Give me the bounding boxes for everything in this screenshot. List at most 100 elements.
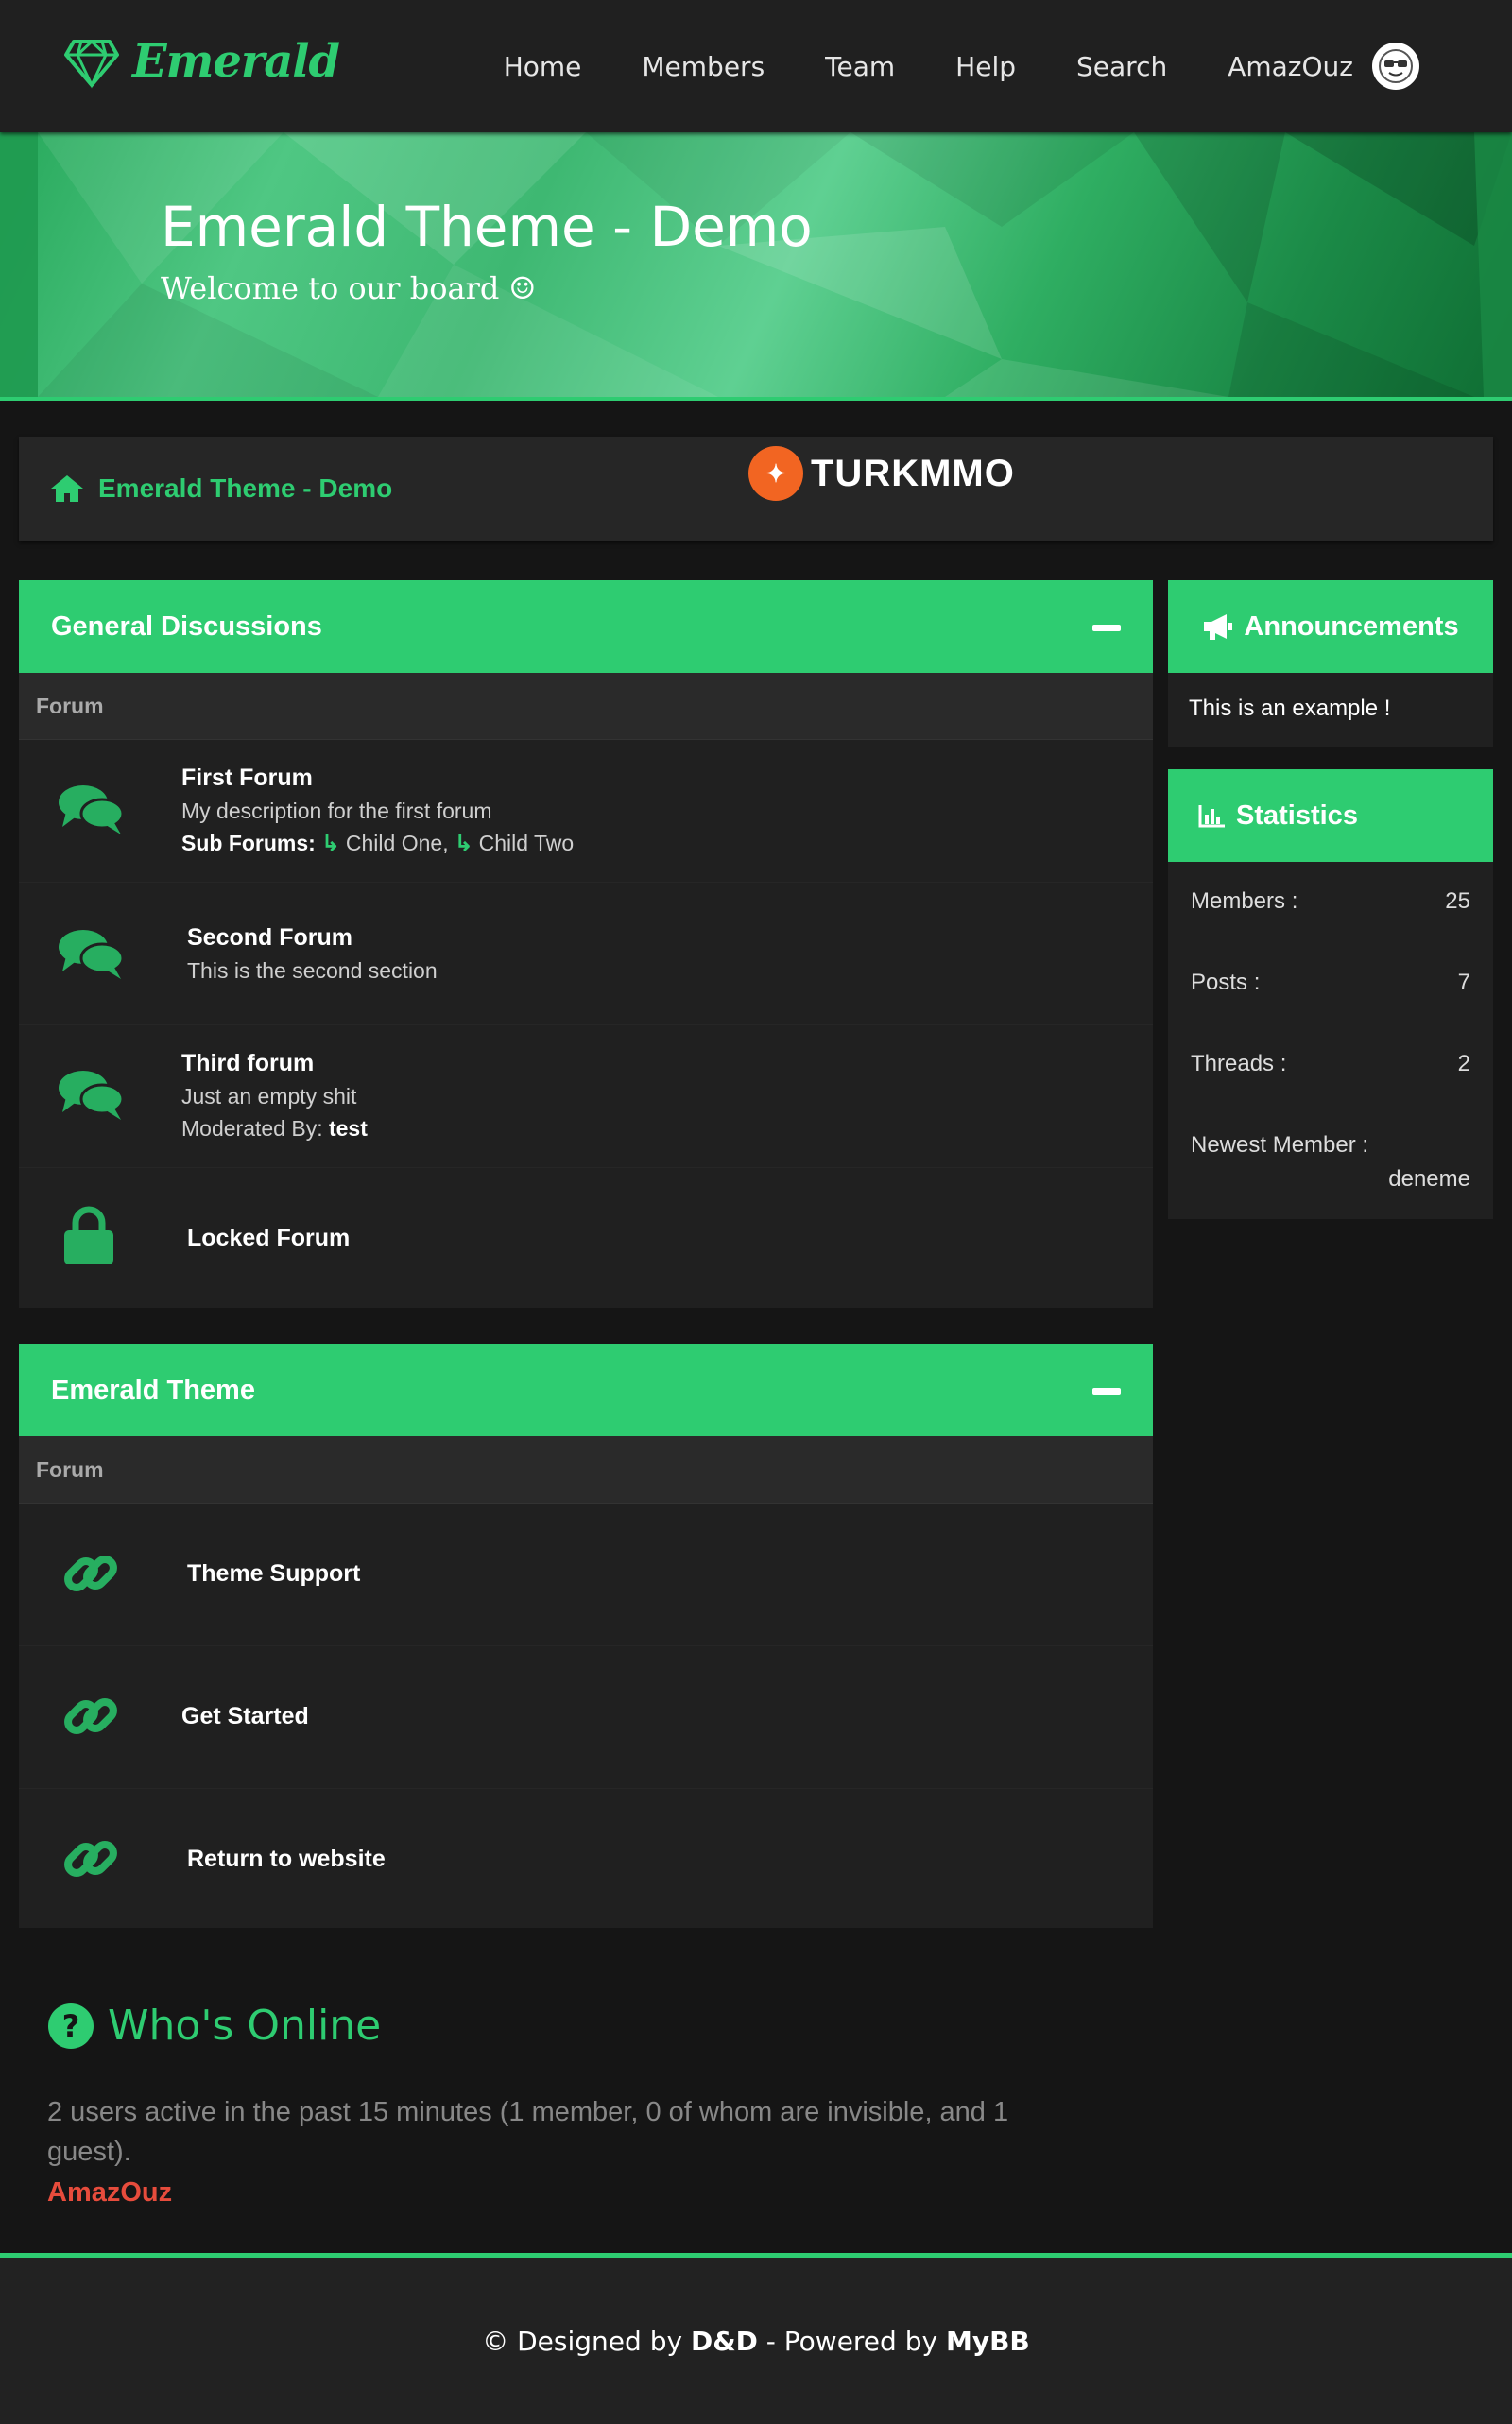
chat-bubbles-icon [59, 1071, 125, 1120]
category-emerald-theme: Emerald Theme Forum Theme Support Get St… [19, 1344, 1153, 1928]
home-icon [51, 475, 83, 502]
column-forum: Forum [36, 1456, 104, 1482]
nav-user[interactable]: AmazOuz [1228, 51, 1353, 82]
whos-online: ? Who's Online [47, 2002, 381, 2050]
forum-row[interactable]: First Forum My description for the first… [19, 740, 1153, 883]
forum-description: This is the second section [187, 958, 438, 983]
category-title: Emerald Theme [51, 1374, 255, 1405]
megaphone-icon [1204, 614, 1233, 640]
stat-value: 2 [1457, 1051, 1470, 1076]
announcements-panel: Announcements This is an example ! [1168, 580, 1493, 747]
chat-bubbles-icon [59, 930, 125, 979]
chat-bubbles-icon [59, 785, 125, 834]
forum-row[interactable]: Return to website [19, 1789, 1153, 1931]
lock-icon [64, 1206, 113, 1264]
subforums: Sub Forums: ↳ Child One, ↳ Child Two [181, 831, 575, 855]
stat-label: Newest Member : [1191, 1132, 1369, 1158]
stat-posts: Posts : 7 [1168, 943, 1493, 1024]
online-user-link[interactable]: AmazOuz [47, 2177, 172, 2209]
footer-middle: - Powered by [765, 2325, 938, 2357]
stat-value: 25 [1445, 888, 1470, 914]
column-forum: Forum [36, 693, 104, 718]
sunglasses-avatar-icon [1379, 49, 1413, 83]
forum-row[interactable]: Get Started [19, 1646, 1153, 1789]
stat-newest-member: Newest Member : deneme [1168, 1106, 1493, 1219]
nav-search[interactable]: Search [1076, 51, 1167, 82]
moderated-label: Moderated By: [181, 1116, 323, 1141]
collapse-button[interactable] [1092, 625, 1121, 631]
stat-label: Threads : [1191, 1051, 1287, 1076]
hero-banner: Emerald Theme - Demo Welcome to our boar… [0, 132, 1512, 401]
footer-engine[interactable]: MyBB [946, 2326, 1030, 2357]
online-summary: 2 users active in the past 15 minutes (1… [47, 2097, 1009, 2167]
top-header: Emerald Home Members Team Help Search Am… [0, 0, 1512, 132]
promo-text: TURKMMO [811, 452, 1015, 494]
banner-title: Emerald Theme - Demo [161, 195, 813, 259]
forum-row[interactable]: Theme Support [19, 1504, 1153, 1646]
breadcrumb-label: Emerald Theme - Demo [98, 473, 393, 503]
forum-description: My description for the first forum [181, 799, 492, 823]
subforum-arrow-icon: ↳ [454, 831, 473, 855]
forum-name[interactable]: Second Forum [187, 924, 352, 952]
subforum-link[interactable]: Child One [346, 831, 442, 855]
collapse-button[interactable] [1092, 1388, 1121, 1395]
moderator-link[interactable]: test [329, 1116, 368, 1141]
forum-row[interactable]: Second Forum This is the second section [19, 883, 1153, 1025]
forum-description: Just an empty shit [181, 1084, 357, 1109]
table-header: Forum [19, 1436, 1153, 1504]
forum-row[interactable]: Third forum Just an empty shit Moderated… [19, 1025, 1153, 1168]
subforums-label: Sub Forums: [181, 831, 316, 855]
question-circle-icon: ? [48, 2003, 94, 2049]
link-icon [64, 1841, 117, 1877]
footer-designer[interactable]: D&D [691, 2326, 758, 2357]
nav-members[interactable]: Members [642, 51, 765, 82]
nav-help[interactable]: Help [955, 51, 1016, 82]
forum-name[interactable]: Theme Support [187, 1560, 360, 1588]
stat-value: 7 [1457, 970, 1470, 995]
forum-name[interactable]: Third forum [181, 1050, 314, 1077]
forum-name[interactable]: First Forum [181, 765, 313, 792]
category-header: General Discussions [19, 580, 1153, 673]
breadcrumb-home[interactable]: Emerald Theme - Demo [49, 437, 392, 541]
forum-name[interactable]: Get Started [181, 1703, 309, 1730]
statistics-panel: Statistics Members : 25 Posts : 7 Thread… [1168, 769, 1493, 1219]
whos-online-header: ? Who's Online [47, 2002, 381, 2050]
moderators: Moderated By: test [181, 1116, 368, 1142]
banner-subtitle: Welcome to our board ☺ [161, 270, 537, 306]
whos-online-title: Who's Online [108, 2002, 382, 2050]
footer-prefix: © Designed by [482, 2325, 683, 2357]
stat-members: Members : 25 [1168, 862, 1493, 943]
svg-text:?: ? [62, 2008, 80, 2044]
promo-logo[interactable]: ✦ TURKMMO [748, 446, 1015, 501]
diamond-icon [64, 39, 119, 89]
category-header: Emerald Theme [19, 1344, 1153, 1436]
subforum-link[interactable]: Child Two [479, 831, 575, 855]
category-general-discussions: General Discussions Forum First Forum My… [19, 580, 1153, 1308]
newest-member-link[interactable]: deneme [1388, 1166, 1470, 1193]
table-header: Forum [19, 673, 1153, 740]
nav-team[interactable]: Team [825, 51, 895, 82]
link-icon [64, 1556, 117, 1591]
stat-threads: Threads : 2 [1168, 1024, 1493, 1106]
announcements-title: Announcements [1244, 610, 1459, 642]
brand-name: Emerald [132, 35, 340, 88]
site-logo[interactable]: Emerald [64, 34, 340, 89]
statistics-header: Statistics [1168, 769, 1493, 862]
subforum-arrow-icon: ↳ [321, 831, 340, 855]
footer: © Designed by D&D - Powered by MyBB [0, 2253, 1512, 2424]
link-icon [64, 1698, 117, 1734]
nav-home[interactable]: Home [504, 51, 582, 82]
stat-label: Posts : [1191, 970, 1261, 995]
announcement-text: This is an example ! [1189, 696, 1391, 721]
forum-row[interactable]: Locked Forum [19, 1168, 1153, 1310]
banner-pattern [0, 132, 1512, 397]
stat-label: Members : [1191, 888, 1298, 914]
announcements-header: Announcements [1168, 580, 1493, 673]
main-nav: Home Members Team Help Search AmazOuz [504, 0, 1512, 132]
forum-name[interactable]: Return to website [187, 1846, 386, 1873]
breadcrumb: Emerald Theme - Demo ✦ TURKMMO [19, 437, 1493, 541]
avatar[interactable] [1372, 43, 1419, 90]
statistics-title: Statistics [1236, 799, 1358, 831]
forum-name[interactable]: Locked Forum [187, 1225, 350, 1252]
turkmmo-icon: ✦ [748, 446, 803, 501]
